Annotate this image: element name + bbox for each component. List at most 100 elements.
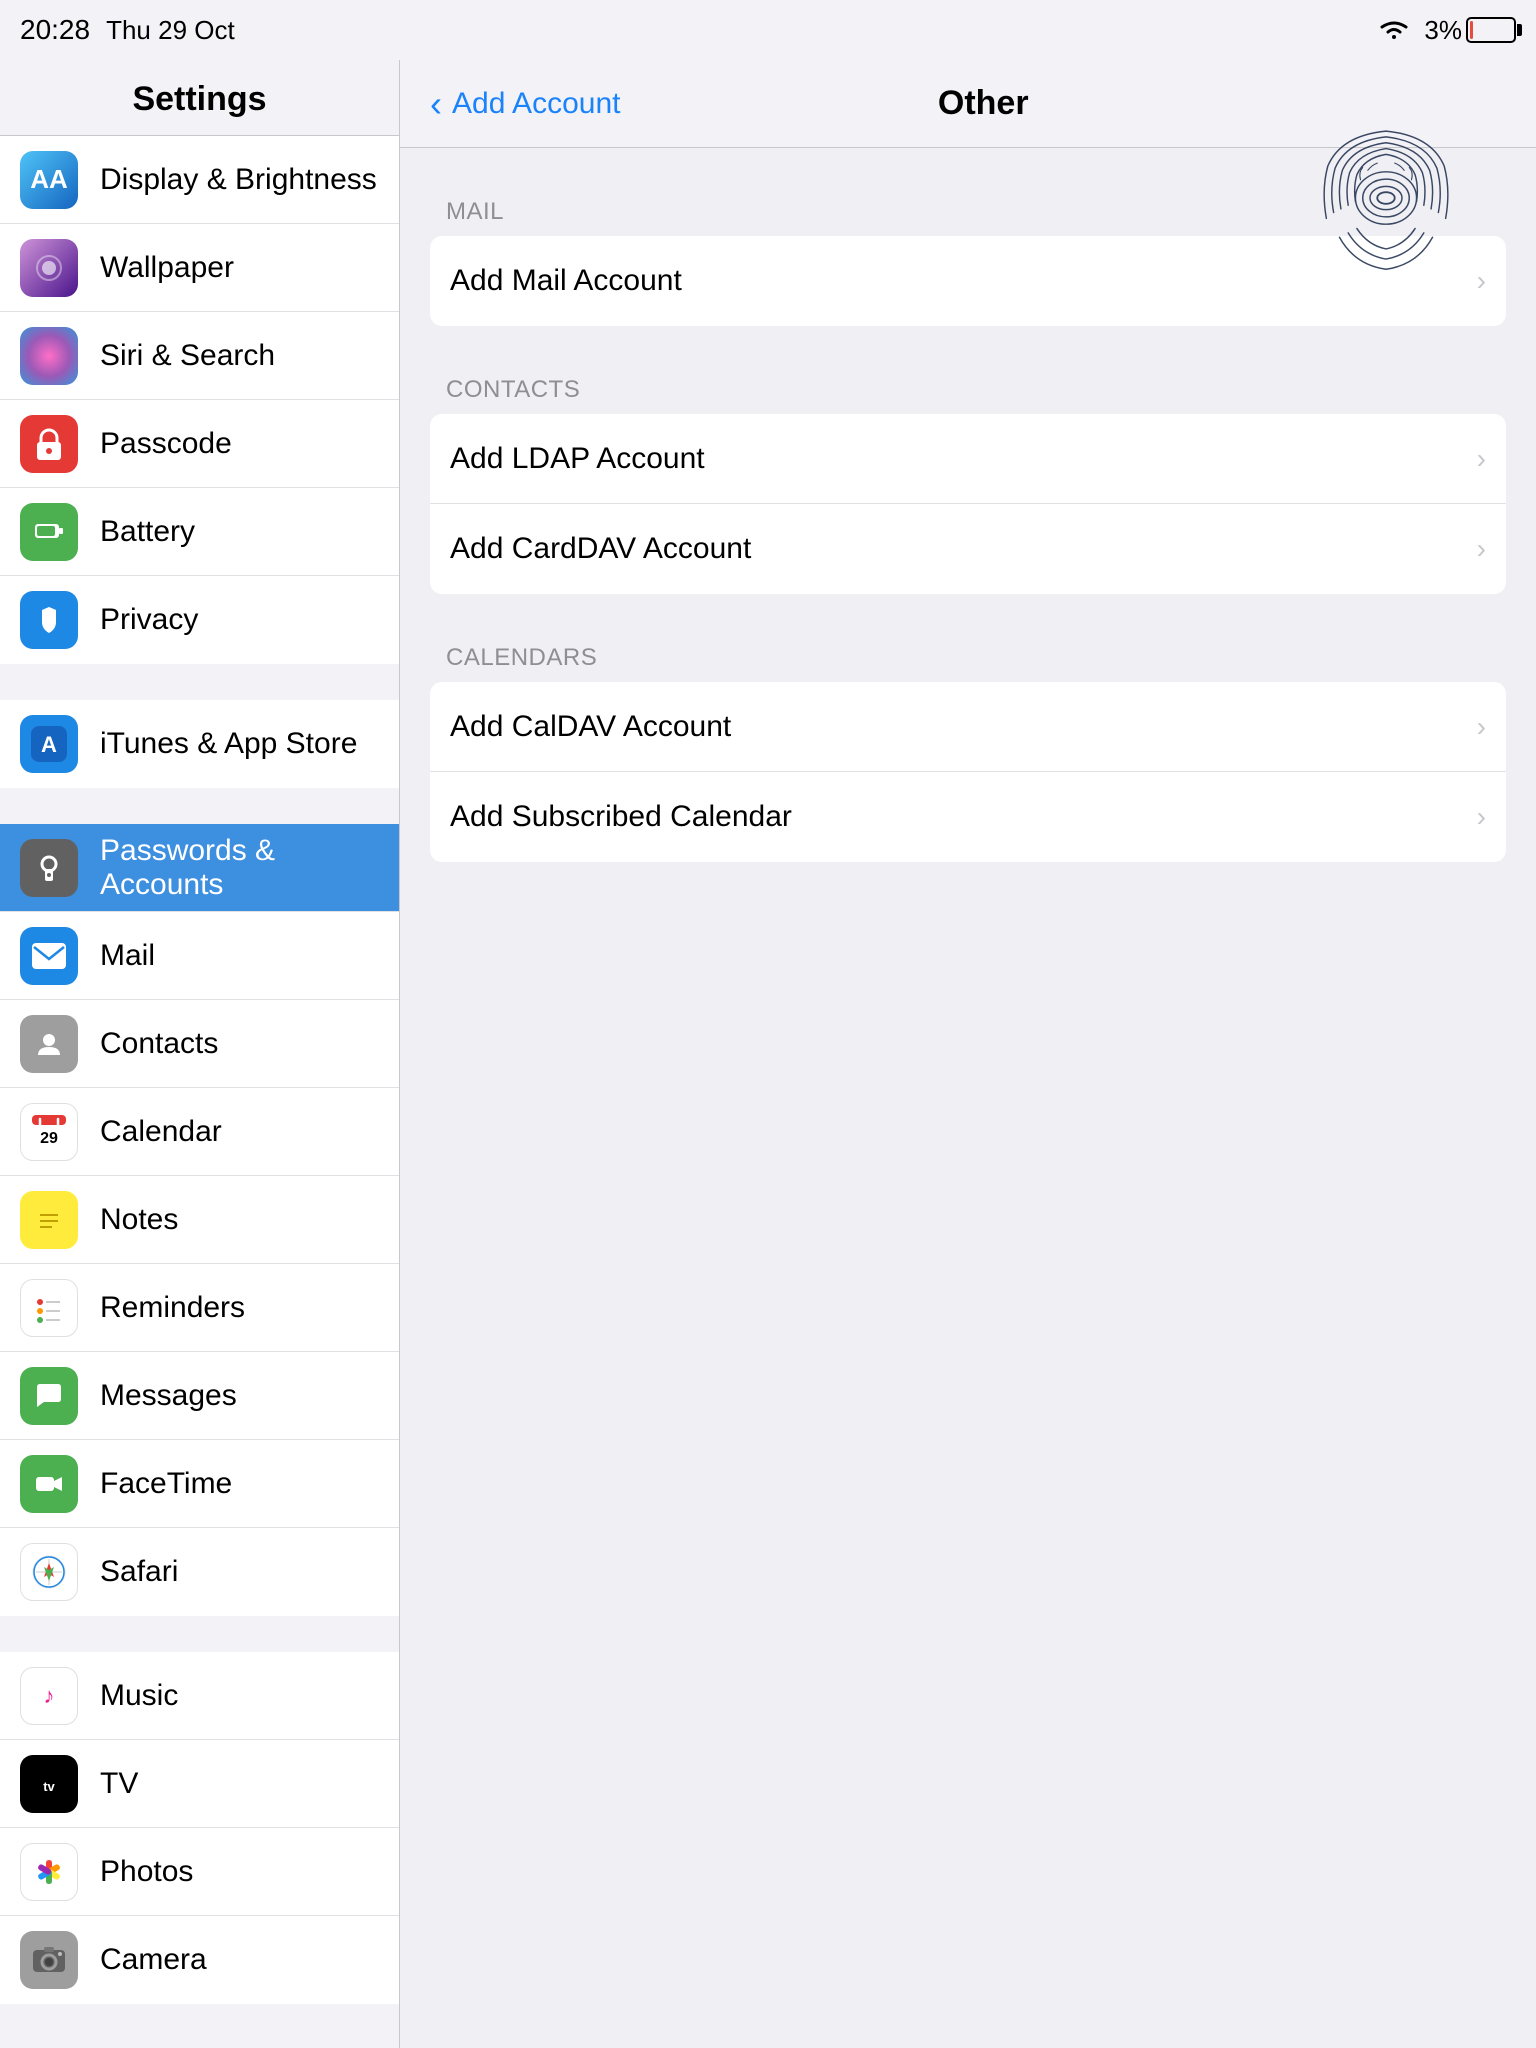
sidebar-item-label: Mail [100,939,155,973]
carddav-chevron-icon: › [1477,533,1486,565]
status-right: 3% [1376,15,1516,46]
passcode-icon [20,415,78,473]
sidebar-item-label: Passcode [100,427,232,461]
add-subscribed-item[interactable]: Add Subscribed Calendar › [430,772,1506,862]
photos-icon [20,1843,78,1901]
sidebar: Settings AA Display & Brightness Wallpap… [0,60,400,2048]
sidebar-gap-4 [0,2004,399,2040]
content-title: Other [620,84,1346,123]
sidebar-item-mail[interactable]: Mail [0,912,399,1000]
sidebar-item-label: Safari [100,1555,178,1589]
sidebar-item-reminders[interactable]: Reminders [0,1264,399,1352]
sidebar-item-contacts[interactable]: Contacts [0,1000,399,1088]
battery-container: 3% [1424,15,1516,46]
status-bar: 20:28 Thu 29 Oct 3% [0,0,1536,60]
sidebar-item-label: Privacy [100,603,198,637]
sidebar-item-label: TV [100,1767,138,1801]
sidebar-item-display[interactable]: AA Display & Brightness [0,136,399,224]
sidebar-item-label: Notes [100,1203,178,1237]
sidebar-item-facetime[interactable]: FaceTime [0,1440,399,1528]
tv-icon: tv [20,1755,78,1813]
add-carddav-label: Add CardDAV Account [450,532,751,566]
sidebar-gap-3 [0,1616,399,1652]
battery-percent: 3% [1424,15,1462,46]
status-time: 20:28 [20,14,90,46]
wallpaper-icon [20,239,78,297]
mail-section-header: MAIL [430,178,1506,236]
safari-icon [20,1543,78,1601]
sidebar-item-label: Siri & Search [100,339,275,373]
messages-icon [20,1367,78,1425]
main-layout: Settings AA Display & Brightness Wallpap… [0,60,1536,2048]
privacy-icon [20,591,78,649]
sidebar-item-photos[interactable]: Photos [0,1828,399,1916]
add-mail-item[interactable]: Add Mail Account › [430,236,1506,326]
sidebar-item-label: Passwords & Accounts [100,834,379,902]
siri-icon [20,327,78,385]
sidebar-item-itunes[interactable]: A iTunes & App Store [0,700,399,788]
content-area: ‹ Add Account Other MAIL .fp { fill: non… [400,60,1536,2048]
sidebar-item-label: Display & Brightness [100,163,377,197]
sidebar-gap-2 [0,788,399,824]
itunes-icon: A [20,715,78,773]
sidebar-item-label: Battery [100,515,195,549]
svg-text:A: A [41,732,57,757]
mail-icon [20,927,78,985]
ldap-chevron-icon: › [1477,443,1486,475]
add-caldav-label: Add CalDAV Account [450,710,731,744]
battery-icon [1466,17,1516,43]
sidebar-item-label: Contacts [100,1027,218,1061]
mail-chevron-icon: › [1477,265,1486,297]
display-icon: AA [20,151,78,209]
sidebar-item-tv[interactable]: tv TV [0,1740,399,1828]
sidebar-item-label: Music [100,1679,178,1713]
add-ldap-item[interactable]: Add LDAP Account › [430,414,1506,504]
sidebar-title: Settings [0,60,399,136]
sidebar-item-music[interactable]: ♪ Music [0,1652,399,1740]
sidebar-item-passcode[interactable]: Passcode [0,400,399,488]
contacts-section-header: CONTACTS [430,356,1506,414]
add-mail-label: Add Mail Account [450,264,682,298]
mail-section-group: Add Mail Account › [430,236,1506,326]
subscribed-chevron-icon: › [1477,801,1486,833]
sidebar-item-notes[interactable]: Notes [0,1176,399,1264]
sidebar-item-battery[interactable]: Battery [0,488,399,576]
svg-text:♪: ♪ [44,1683,55,1708]
contacts-section-group: Add LDAP Account › Add CardDAV Account › [430,414,1506,594]
caldav-chevron-icon: › [1477,711,1486,743]
content-header: ‹ Add Account Other [400,60,1536,148]
sidebar-item-messages[interactable]: Messages [0,1352,399,1440]
sidebar-item-label: iTunes & App Store [100,727,357,761]
back-label: Add Account [452,87,620,121]
sidebar-item-passwords[interactable]: Passwords & Accounts [0,824,399,912]
sidebar-item-calendar[interactable]: 29 Calendar [0,1088,399,1176]
sidebar-group-1: AA Display & Brightness Wallpaper Siri &… [0,136,399,664]
calendar-icon: 29 [20,1103,78,1161]
contacts-icon [20,1015,78,1073]
sidebar-item-label: Reminders [100,1291,245,1325]
calendars-section-header: CALENDARS [430,624,1506,682]
sidebar-gap-1 [0,664,399,700]
sidebar-item-wallpaper[interactable]: Wallpaper [0,224,399,312]
add-caldav-item[interactable]: Add CalDAV Account › [430,682,1506,772]
back-button[interactable]: ‹ Add Account [430,83,620,125]
svg-text:29: 29 [40,1130,58,1147]
wifi-icon [1376,17,1412,43]
add-subscribed-label: Add Subscribed Calendar [450,800,792,834]
sidebar-group-2: A iTunes & App Store [0,700,399,788]
sidebar-item-label: FaceTime [100,1467,232,1501]
sidebar-item-camera[interactable]: Camera [0,1916,399,2004]
status-date: Thu 29 Oct [106,15,235,46]
add-ldap-label: Add LDAP Account [450,442,705,476]
battery-settings-icon [20,503,78,561]
sidebar-item-siri[interactable]: Siri & Search [0,312,399,400]
calendars-section-group: Add CalDAV Account › Add Subscribed Cale… [430,682,1506,862]
sidebar-item-label: Wallpaper [100,251,234,285]
camera-icon [20,1931,78,1989]
sidebar-item-privacy[interactable]: Privacy [0,576,399,664]
svg-text:tv: tv [43,1779,55,1794]
sidebar-group-3: Passwords & Accounts Mail Contacts 29 Ca… [0,824,399,1616]
sidebar-group-4: ♪ Music tv TV [0,1652,399,2004]
sidebar-item-safari[interactable]: Safari [0,1528,399,1616]
add-carddav-item[interactable]: Add CardDAV Account › [430,504,1506,594]
